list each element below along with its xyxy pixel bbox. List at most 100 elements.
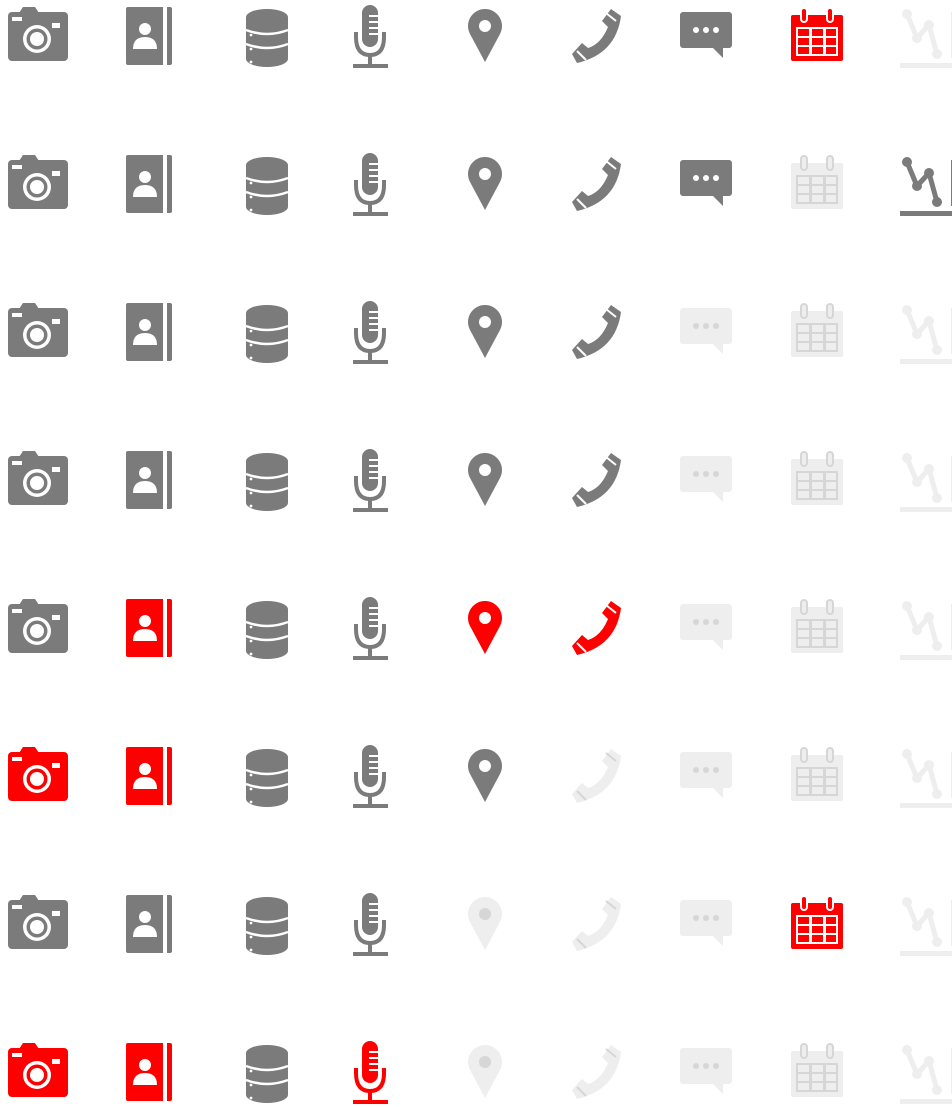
camera-icon-graphic: [8, 451, 68, 505]
phone-icon[interactable]: [562, 298, 632, 368]
contact-book-icon[interactable]: [112, 446, 182, 516]
contact-book-icon[interactable]: [112, 594, 182, 664]
location-pin-icon[interactable]: [450, 742, 520, 812]
chart-icon[interactable]: [895, 446, 952, 516]
calendar-icon[interactable]: [780, 594, 850, 664]
phone-icon[interactable]: [562, 2, 632, 72]
chat-bubble-icon[interactable]: [668, 742, 738, 812]
chart-icon[interactable]: [895, 594, 952, 664]
microphone-icon[interactable]: [334, 446, 404, 516]
camera-icon[interactable]: [0, 594, 70, 664]
location-pin-icon[interactable]: [450, 1038, 520, 1107]
calendar-icon[interactable]: [780, 890, 850, 960]
phone-icon[interactable]: [562, 1038, 632, 1107]
database-icon[interactable]: [230, 298, 300, 368]
phone-icon-graphic: [572, 453, 621, 507]
camera-icon-graphic: [8, 303, 68, 357]
phone-icon[interactable]: [562, 742, 632, 812]
camera-icon[interactable]: [0, 150, 70, 220]
contact-book-icon-graphic: [126, 599, 172, 657]
chat-bubble-icon[interactable]: [668, 890, 738, 960]
microphone-icon-graphic: [353, 745, 388, 808]
chart-icon[interactable]: [895, 150, 952, 220]
microphone-icon[interactable]: [334, 2, 404, 72]
chat-bubble-icon-graphic: [680, 900, 732, 946]
chat-bubble-icon-graphic: [680, 308, 732, 354]
phone-icon[interactable]: [562, 446, 632, 516]
database-icon[interactable]: [230, 150, 300, 220]
camera-icon[interactable]: [0, 298, 70, 368]
database-icon-graphic: [245, 897, 289, 955]
calendar-icon[interactable]: [780, 1038, 850, 1107]
phone-icon-graphic: [572, 897, 621, 951]
phone-icon[interactable]: [562, 594, 632, 664]
calendar-icon-graphic: [791, 303, 843, 357]
contact-book-icon-graphic: [126, 451, 172, 509]
calendar-icon-graphic: [791, 747, 843, 801]
location-pin-icon[interactable]: [450, 890, 520, 960]
calendar-icon[interactable]: [780, 298, 850, 368]
calendar-icon[interactable]: [780, 446, 850, 516]
location-pin-icon-graphic: [468, 749, 502, 802]
database-icon[interactable]: [230, 2, 300, 72]
contact-book-icon[interactable]: [112, 298, 182, 368]
chart-icon[interactable]: [895, 2, 952, 72]
microphone-icon[interactable]: [334, 742, 404, 812]
chat-bubble-icon[interactable]: [668, 150, 738, 220]
calendar-icon[interactable]: [780, 2, 850, 72]
calendar-icon[interactable]: [780, 150, 850, 220]
chat-bubble-icon[interactable]: [668, 446, 738, 516]
location-pin-icon[interactable]: [450, 150, 520, 220]
microphone-icon[interactable]: [334, 890, 404, 960]
microphone-icon[interactable]: [334, 298, 404, 368]
contact-book-icon[interactable]: [112, 1038, 182, 1107]
chat-bubble-icon[interactable]: [668, 594, 738, 664]
microphone-icon-graphic: [353, 893, 388, 956]
chat-bubble-icon[interactable]: [668, 298, 738, 368]
camera-icon[interactable]: [0, 446, 70, 516]
contact-book-icon[interactable]: [112, 2, 182, 72]
location-pin-icon[interactable]: [450, 298, 520, 368]
camera-icon[interactable]: [0, 2, 70, 72]
camera-icon[interactable]: [0, 742, 70, 812]
database-icon[interactable]: [230, 1038, 300, 1107]
calendar-icon[interactable]: [780, 742, 850, 812]
database-icon[interactable]: [230, 594, 300, 664]
chart-icon[interactable]: [895, 742, 952, 812]
calendar-icon-graphic: [791, 7, 843, 61]
contact-book-icon[interactable]: [112, 890, 182, 960]
calendar-icon-graphic: [791, 1043, 843, 1097]
location-pin-icon[interactable]: [450, 446, 520, 516]
database-icon[interactable]: [230, 890, 300, 960]
location-pin-icon-graphic: [468, 305, 502, 358]
phone-icon[interactable]: [562, 890, 632, 960]
database-icon-graphic: [245, 1045, 289, 1103]
chart-icon[interactable]: [895, 1038, 952, 1107]
chart-icon-graphic: [900, 305, 952, 364]
chat-bubble-icon[interactable]: [668, 2, 738, 72]
chat-bubble-icon[interactable]: [668, 1038, 738, 1107]
location-pin-icon[interactable]: [450, 2, 520, 72]
chart-icon[interactable]: [895, 298, 952, 368]
microphone-icon-graphic: [353, 1041, 388, 1104]
database-icon-graphic: [245, 157, 289, 215]
database-icon[interactable]: [230, 446, 300, 516]
calendar-icon-graphic: [791, 895, 843, 949]
microphone-icon[interactable]: [334, 594, 404, 664]
microphone-icon-graphic: [353, 153, 388, 216]
chart-icon[interactable]: [895, 890, 952, 960]
icon-row: [0, 890, 952, 960]
camera-icon[interactable]: [0, 890, 70, 960]
calendar-icon-graphic: [791, 155, 843, 209]
icon-row: [0, 742, 952, 812]
contact-book-icon[interactable]: [112, 150, 182, 220]
chart-icon-graphic: [900, 157, 952, 216]
contact-book-icon[interactable]: [112, 742, 182, 812]
microphone-icon[interactable]: [334, 150, 404, 220]
phone-icon[interactable]: [562, 150, 632, 220]
contact-book-icon-graphic: [126, 895, 172, 953]
location-pin-icon[interactable]: [450, 594, 520, 664]
camera-icon[interactable]: [0, 1038, 70, 1107]
microphone-icon[interactable]: [334, 1038, 404, 1107]
database-icon[interactable]: [230, 742, 300, 812]
